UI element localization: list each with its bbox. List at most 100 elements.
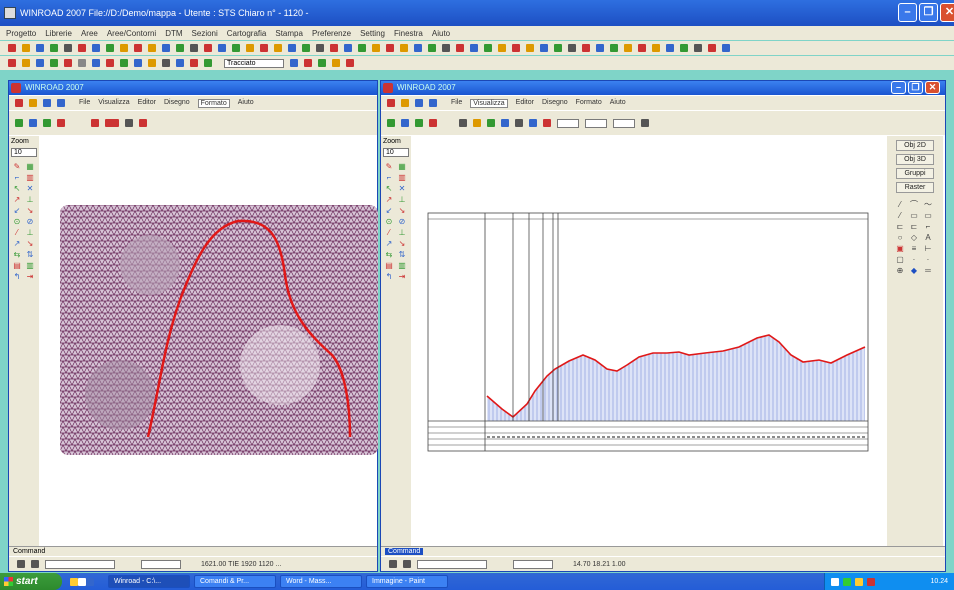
layer-icon[interactable] (43, 119, 51, 127)
tool-icon[interactable] (624, 44, 632, 52)
tab-visualizza[interactable]: Visualizza (470, 98, 508, 108)
menu-preferenze[interactable]: Preferenze (312, 29, 351, 38)
tool-icon[interactable] (22, 59, 30, 67)
draw-tool-icon[interactable]: ✕ (397, 184, 407, 193)
profile-tool-icon[interactable] (487, 119, 495, 127)
object-tool-icon[interactable]: ≡ (909, 244, 919, 253)
profile-tool-icon[interactable] (515, 119, 523, 127)
draw-tool-icon[interactable]: ▦ (25, 162, 35, 171)
menu-aree-contorni[interactable]: Aree/Contorni (107, 29, 156, 38)
draw-tool-icon[interactable]: ⊥ (397, 228, 407, 237)
tool-icon[interactable] (680, 44, 688, 52)
tool-icon[interactable] (302, 44, 310, 52)
menu-stampa[interactable]: Stampa (275, 29, 303, 38)
tool-icon[interactable] (638, 44, 646, 52)
draw-tool-icon[interactable]: ▥ (25, 261, 35, 270)
draw-tool-icon[interactable]: ⁄ (384, 228, 394, 237)
maximize-button[interactable]: ❐ (919, 3, 938, 22)
tool-icon[interactable] (120, 59, 128, 67)
tool-icon[interactable] (8, 59, 16, 67)
quick-launch-icon[interactable] (70, 577, 78, 586)
grid-icon[interactable] (31, 560, 39, 568)
dtm-map-view[interactable] (60, 205, 378, 455)
longitudinal-profile-view[interactable] (427, 211, 871, 453)
mode-field[interactable] (513, 559, 553, 569)
tool-icon[interactable] (274, 44, 282, 52)
tool-icon[interactable] (148, 59, 156, 67)
draw-tool-icon[interactable]: ↖ (384, 184, 394, 193)
draw-tool-icon[interactable]: ↗ (384, 195, 394, 204)
tool-icon[interactable] (708, 44, 716, 52)
tool-icon[interactable] (414, 44, 422, 52)
tray-icon[interactable] (831, 577, 839, 586)
object-tool-icon[interactable]: ═ (923, 266, 933, 275)
select-icon[interactable] (401, 99, 409, 107)
tool-icon[interactable] (8, 44, 16, 52)
tool-icon[interactable] (232, 44, 240, 52)
draw-tool-icon[interactable]: ⇅ (397, 250, 407, 259)
tool-icon[interactable] (332, 59, 340, 67)
profile-tool-icon[interactable] (543, 119, 551, 127)
draw-tool-icon[interactable]: ▥ (397, 261, 407, 270)
obj-3d-button[interactable]: Obj 3D (896, 154, 934, 165)
draw-tool-icon[interactable]: ↘ (25, 239, 35, 248)
draw-tool-icon[interactable]: ⊥ (25, 228, 35, 237)
draw-tool-icon[interactable]: ↗ (12, 195, 22, 204)
tool-icon[interactable] (260, 44, 268, 52)
object-tool-icon[interactable]: ◆ (909, 266, 919, 275)
tool-icon[interactable] (36, 59, 44, 67)
tool-icon[interactable] (78, 44, 86, 52)
tool-icon[interactable] (176, 44, 184, 52)
delete-icon[interactable] (15, 99, 23, 107)
draw-tool-icon[interactable]: ⇅ (25, 250, 35, 259)
object-tool-icon[interactable]: ⁄ (895, 211, 905, 220)
task-paint[interactable]: Immagine - Paint (366, 575, 448, 588)
move-icon[interactable] (29, 119, 37, 127)
tool-icon[interactable] (652, 44, 660, 52)
tab-disegno[interactable]: Disegno (542, 99, 568, 108)
object-tool-icon[interactable]: ⊕ (895, 266, 905, 275)
tool-icon[interactable] (92, 59, 100, 67)
quick-launch-icon[interactable] (78, 577, 86, 586)
object-tool-icon[interactable]: ◇ (909, 233, 919, 242)
tool-icon[interactable] (162, 59, 170, 67)
zoom-select[interactable]: 10 (11, 148, 37, 157)
zoom-select[interactable]: 10 (383, 148, 409, 157)
menu-finestra[interactable]: Finestra (394, 29, 423, 38)
select-icon[interactable] (29, 99, 37, 107)
menu-aree[interactable]: Aree (81, 29, 98, 38)
close-button[interactable]: ✕ (940, 3, 954, 22)
command-line[interactable]: Command (9, 546, 377, 556)
draw-tool-icon[interactable]: ⊘ (397, 217, 407, 226)
tool-icon[interactable] (400, 44, 408, 52)
tool-icon[interactable] (22, 44, 30, 52)
tool-icon[interactable] (134, 59, 142, 67)
tool-icon[interactable] (304, 59, 312, 67)
tab-visualizza[interactable]: Visualizza (98, 99, 129, 108)
object-tool-icon[interactable]: A (923, 233, 933, 242)
menu-librerie[interactable]: Librerie (45, 29, 72, 38)
menu-dtm[interactable]: DTM (165, 29, 182, 38)
scale-field[interactable] (585, 118, 607, 128)
tool-icon[interactable] (666, 44, 674, 52)
draw-tool-icon[interactable]: ⊙ (12, 217, 22, 226)
draw-tool-icon[interactable]: ✕ (25, 184, 35, 193)
layer-field[interactable] (45, 559, 115, 569)
grid-icon[interactable] (403, 560, 411, 568)
draw-tool-icon[interactable]: ✎ (384, 162, 394, 171)
tab-file[interactable]: File (451, 99, 462, 108)
tool-icon[interactable] (470, 44, 478, 52)
mode-field[interactable] (141, 559, 181, 569)
layer-dropdown[interactable]: Tracciato (224, 58, 284, 68)
draw-tool-icon[interactable]: ↙ (384, 206, 394, 215)
tool-icon[interactable] (498, 44, 506, 52)
zoom-in-icon[interactable] (415, 99, 423, 107)
draw-tool-icon[interactable]: ▤ (384, 261, 394, 270)
draw-tool-icon[interactable]: ⊘ (25, 217, 35, 226)
object-tool-icon[interactable]: ○ (895, 233, 905, 242)
object-tool-icon[interactable]: ⌐ (923, 222, 933, 231)
zoom-out-icon[interactable] (57, 99, 65, 107)
tool-icon[interactable] (582, 44, 590, 52)
tool-icon[interactable] (190, 59, 198, 67)
tool-icon[interactable] (36, 44, 44, 52)
